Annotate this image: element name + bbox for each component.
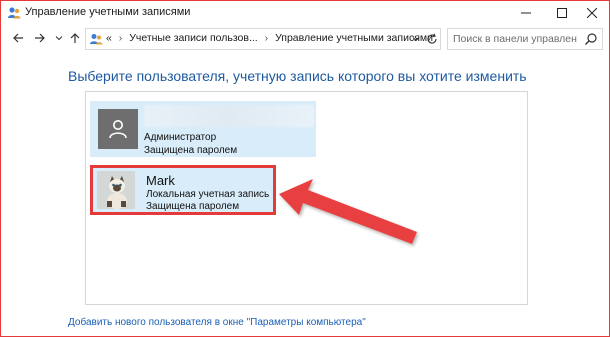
user-silhouette-icon	[109, 120, 127, 139]
add-new-user-link[interactable]: Добавить нового пользователя в окне "Пар…	[68, 317, 366, 328]
maximize-icon	[557, 8, 567, 18]
user-password-status: Защищена паролем	[146, 201, 240, 212]
refresh-button[interactable]	[424, 31, 440, 47]
user-accounts-icon	[8, 7, 21, 19]
recent-locations-button[interactable]	[51, 30, 67, 46]
user-role: Администратор	[144, 132, 217, 143]
avatar	[97, 171, 135, 209]
arrow-right-icon	[35, 33, 45, 43]
user-tile-mark[interactable]: Mark Локальная учетная запись Защищена п…	[90, 165, 276, 215]
breadcrumb-overflow[interactable]: «	[106, 32, 112, 44]
arrow-left-icon	[13, 33, 23, 43]
breadcrumb-separator[interactable]: ›	[265, 32, 269, 44]
redacted-user-name	[144, 105, 314, 127]
title-bar: Управление учетными записями	[1, 1, 609, 25]
search-icon[interactable]	[584, 32, 598, 46]
minimize-icon	[521, 12, 531, 14]
user-password-status: Защищена паролем	[144, 145, 238, 156]
user-account-type: Локальная учетная запись	[146, 189, 270, 200]
breadcrumb-user-accounts[interactable]: Учетные записи пользов...	[129, 32, 258, 44]
cat-avatar-image	[97, 171, 135, 209]
search-box[interactable]	[447, 28, 603, 50]
chevron-down-icon	[412, 37, 420, 42]
control-panel-icon	[90, 34, 103, 45]
avatar	[98, 109, 138, 149]
user-name: Mark	[146, 173, 175, 188]
user-tile-administrator[interactable]: Администратор Защищена паролем	[90, 101, 316, 157]
user-accounts-window: Управление учетными записями « › Учетные…	[0, 0, 610, 337]
address-bar[interactable]: « › Учетные записи пользов... › Управлен…	[85, 28, 441, 50]
red-annotation-arrow	[279, 179, 417, 244]
forward-button[interactable]	[32, 30, 48, 46]
breadcrumb-separator[interactable]: ›	[119, 32, 123, 44]
page-heading: Выберите пользователя, учетную запись ко…	[68, 68, 527, 84]
search-input[interactable]	[453, 31, 577, 47]
close-button[interactable]	[569, 1, 609, 25]
up-button[interactable]	[67, 30, 83, 46]
breadcrumb: « › Учетные записи пользов... › Управлен…	[106, 32, 433, 44]
arrow-up-icon	[70, 33, 80, 43]
refresh-icon	[427, 33, 437, 44]
address-dropdown-button[interactable]	[410, 32, 422, 46]
close-icon	[587, 8, 597, 18]
back-button[interactable]	[10, 30, 26, 46]
navigation-bar: « › Учетные записи пользов... › Управлен…	[1, 27, 609, 51]
window-title: Управление учетными записями	[25, 6, 191, 18]
chevron-down-icon	[55, 36, 63, 41]
